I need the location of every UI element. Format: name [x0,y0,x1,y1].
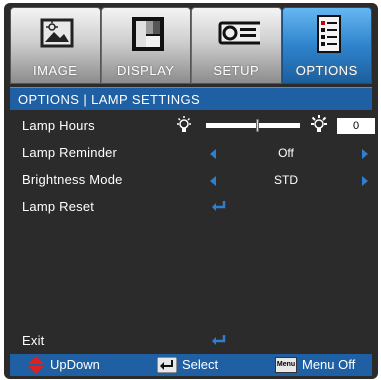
lamp-hours-label: Lamp Hours [22,118,95,133]
footer-select-label: Select [182,357,219,372]
enter-icon[interactable] [211,200,227,212]
arrow-left-icon[interactable] [210,176,216,186]
lamp-reset-row[interactable]: Lamp Reset [10,195,372,219]
arrow-right-icon[interactable] [362,176,368,186]
tab-display-label: DISPLAY [117,63,175,78]
enter-icon[interactable] [211,334,227,346]
lamp-reminder-value: Off [278,146,294,160]
arrow-right-icon[interactable] [362,149,368,159]
tab-setup[interactable]: SETUP [191,7,282,84]
tab-setup-label: SETUP [213,63,260,78]
lightbulb-bright-icon [311,115,327,132]
tab-bar: IMAGE DISPLAY SETUP OPTIONS [10,7,372,84]
projector-icon [218,21,260,45]
lamp-hours-value: 0 [337,118,375,134]
lamp-hours-row[interactable]: Lamp Hours 0 [10,114,375,138]
tab-display[interactable]: DISPLAY [100,7,191,84]
page-title: OPTIONS | LAMP SETTINGS [18,92,201,107]
lightbulb-dim-icon [177,116,191,132]
checklist-icon [316,15,341,53]
tab-options[interactable]: OPTIONS [281,7,372,84]
exit-label: Exit [22,333,45,348]
tab-image-label: IMAGE [33,63,78,78]
footer-updown-label: UpDown [50,357,100,372]
tab-options-label: OPTIONS [295,63,358,78]
lamp-reset-label: Lamp Reset [22,199,95,214]
brightness-mode-label: Brightness Mode [22,172,123,187]
osd-menu: IMAGE DISPLAY SETUP OPTIONS OPTIONS | LA… [4,3,378,379]
tab-image[interactable]: IMAGE [10,7,101,84]
picture-frame-icon [40,18,74,48]
enter-key-icon [157,357,177,373]
footer-help-bar: UpDown Select Menu Menu Off [10,354,372,376]
exit-row[interactable]: Exit [10,329,372,353]
display-pattern-icon [131,17,164,51]
lamp-reminder-label: Lamp Reminder [22,145,118,160]
lamp-hours-slider-track[interactable] [206,123,300,128]
menu-title-bar: OPTIONS | LAMP SETTINGS [10,87,372,110]
lamp-hours-slider-knob[interactable] [255,119,259,132]
updown-arrows-icon [28,356,44,374]
brightness-mode-value: STD [274,173,298,187]
brightness-mode-row[interactable]: Brightness Mode STD [10,168,372,192]
footer-menu-off-label: Menu Off [302,357,356,372]
lamp-reminder-row[interactable]: Lamp Reminder Off [10,141,372,165]
arrow-left-icon[interactable] [210,149,216,159]
menu-key-icon: Menu [275,357,297,373]
